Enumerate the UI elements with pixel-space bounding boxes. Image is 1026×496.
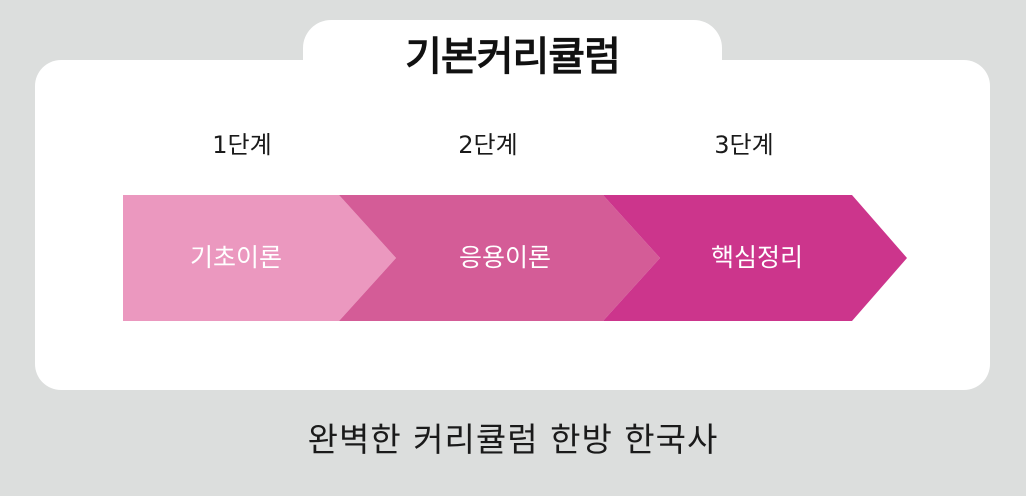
stage-2-text: 응용이론 (458, 243, 551, 272)
stage-1-text: 기초이론 (189, 243, 282, 272)
tagline: 완벽한 커리큘럼 한방 한국사 (307, 420, 719, 459)
stage-3-text: 핵심정리 (710, 243, 803, 272)
